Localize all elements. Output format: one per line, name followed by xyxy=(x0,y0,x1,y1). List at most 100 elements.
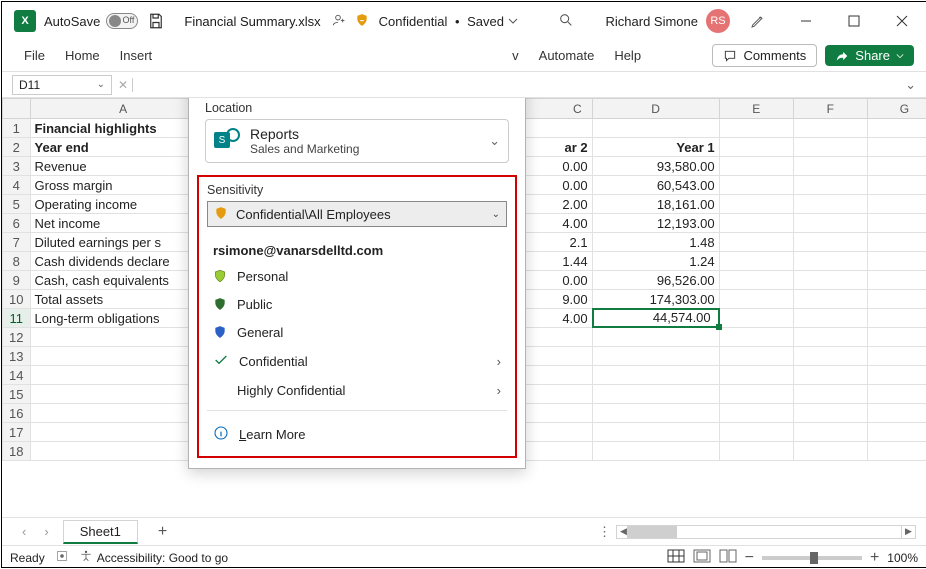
sensitivity-option-general[interactable]: General xyxy=(207,318,507,346)
chevron-down-icon[interactable]: ⌄ xyxy=(97,79,105,90)
autosave-toggle[interactable]: AutoSave Off xyxy=(44,13,138,29)
scroll-right-arrow[interactable]: ▶ xyxy=(901,526,915,538)
document-title-area[interactable]: Financial Summary.xlsx Confidential • Sa… xyxy=(184,13,518,30)
col-header-g[interactable]: G xyxy=(867,99,926,119)
select-all-corner[interactable] xyxy=(3,99,31,119)
cell-d3[interactable]: 93,580.00 xyxy=(592,157,719,176)
view-normal-button[interactable] xyxy=(667,549,685,566)
sheet-tab-bar: ‹ › Sheet1 + ⋮ ◀ ▶ xyxy=(2,517,926,545)
chevron-down-icon: ⌄ xyxy=(489,133,500,149)
excel-app-icon: X xyxy=(14,10,36,32)
zoom-slider[interactable] xyxy=(762,556,862,560)
sensitivity-account-email: rsimone@vanarsdelltd.com xyxy=(207,239,507,262)
ribbon-tabs: File Home Insert v Automate Help Comment… xyxy=(2,40,926,72)
sensitivity-options-list: rsimone@vanarsdelltd.com Personal Public… xyxy=(207,235,507,454)
username-label[interactable]: Richard Simone xyxy=(606,14,699,29)
tab-automate[interactable]: Automate xyxy=(529,44,605,67)
maximize-button[interactable] xyxy=(834,5,874,37)
user-avatar[interactable]: RS xyxy=(706,9,730,33)
col-header-d[interactable]: D xyxy=(592,99,719,119)
cancel-formula-icon[interactable]: ✕ xyxy=(118,78,128,92)
checkmark-icon xyxy=(213,352,229,371)
sheet-nav-prev[interactable]: ‹ xyxy=(18,524,30,539)
tab-file[interactable]: File xyxy=(14,44,55,67)
tab-view-partial[interactable]: v xyxy=(502,44,529,67)
tab-home[interactable]: Home xyxy=(55,44,110,67)
titlebar: X AutoSave Off Financial Summary.xlsx Co… xyxy=(2,2,926,40)
shield-icon xyxy=(213,268,227,284)
cell-d6[interactable]: 12,193.00 xyxy=(592,214,719,233)
autosave-switch[interactable]: Off xyxy=(106,13,138,29)
autosave-label: AutoSave xyxy=(44,14,100,29)
sensitivity-dropdown[interactable]: Confidential\All Employees ⌄ xyxy=(207,201,507,227)
cell-d8[interactable]: 1.24 xyxy=(592,252,719,271)
sensitivity-shield-icon xyxy=(355,13,369,30)
col-header-f[interactable]: F xyxy=(793,99,867,119)
status-ready: Ready xyxy=(10,551,45,565)
close-button[interactable] xyxy=(882,5,922,37)
sheet-splitter-left[interactable]: ⋮ xyxy=(598,524,612,540)
view-pagebreak-button[interactable] xyxy=(719,549,737,566)
info-icon xyxy=(213,425,229,444)
scroll-thumb[interactable] xyxy=(627,526,677,538)
chevron-down-icon xyxy=(896,52,904,60)
accessibility-icon[interactable] xyxy=(79,549,93,566)
cell-d11-selected[interactable]: 44,574.00 xyxy=(592,309,719,328)
formula-bar-row: D11 ⌄ ✕ ⌄ xyxy=(2,72,926,98)
sensitivity-option-public[interactable]: Public xyxy=(207,290,507,318)
fill-handle[interactable] xyxy=(716,324,722,330)
minimize-button[interactable] xyxy=(786,5,826,37)
accessibility-status[interactable]: Accessibility: Good to go xyxy=(97,551,228,565)
collapse-formula-bar-icon[interactable]: ⌄ xyxy=(905,77,916,93)
location-path: Sales and Marketing xyxy=(250,142,359,156)
cell-d4[interactable]: 60,543.00 xyxy=(592,176,719,195)
location-picker[interactable]: S Reports Sales and Marketing ⌄ xyxy=(205,119,509,163)
chevron-right-icon: › xyxy=(497,354,501,369)
cell-d7[interactable]: 1.48 xyxy=(592,233,719,252)
add-sheet-button[interactable]: + xyxy=(148,523,177,541)
share-users-icon[interactable] xyxy=(331,13,345,30)
sensitivity-option-highly-confidential[interactable]: Highly Confidential › xyxy=(207,377,507,404)
sensitivity-option-confidential[interactable]: Confidential › xyxy=(207,346,507,377)
comments-button[interactable]: Comments xyxy=(712,44,817,67)
sensitivity-learn-more[interactable]: Learn More xyxy=(207,419,507,450)
cell-d9[interactable]: 96,526.00 xyxy=(592,271,719,290)
col-header-e[interactable]: E xyxy=(719,99,793,119)
cell-d2[interactable]: Year 1 xyxy=(592,138,719,157)
view-layout-button[interactable] xyxy=(693,549,711,566)
cell-d10[interactable]: 174,303.00 xyxy=(592,290,719,309)
zoom-in-button[interactable]: + xyxy=(870,549,879,567)
cell-d5[interactable]: 18,161.00 xyxy=(592,195,719,214)
app-window: X AutoSave Off Financial Summary.xlsx Co… xyxy=(1,1,926,568)
formula-bar-controls: ✕ xyxy=(118,78,133,92)
location-label: Location xyxy=(205,101,509,115)
save-status-dropdown[interactable]: Confidential • Saved xyxy=(379,14,518,29)
sheet-nav-next[interactable]: › xyxy=(40,524,52,539)
status-bar: Ready Accessibility: Good to go − + 100% xyxy=(2,545,926,568)
sheet-tab-sheet1[interactable]: Sheet1 xyxy=(63,520,138,544)
search-icon[interactable] xyxy=(558,12,574,31)
document-filename: Financial Summary.xlsx xyxy=(184,14,320,29)
sensitivity-section-highlight: Sensitivity Confidential\All Employees ⌄… xyxy=(197,175,517,458)
location-folder: Reports xyxy=(250,126,359,142)
chevron-down-icon: ⌄ xyxy=(492,209,500,220)
zoom-out-button[interactable]: − xyxy=(745,549,754,567)
sensitivity-option-personal[interactable]: Personal xyxy=(207,262,507,290)
file-info-popover: File name .xlsx Location S Reports Sales… xyxy=(188,98,526,469)
shield-icon xyxy=(213,296,227,312)
macro-record-icon[interactable] xyxy=(55,549,69,566)
chevron-right-icon: › xyxy=(497,383,501,398)
chevron-down-icon xyxy=(508,16,518,26)
shield-icon xyxy=(214,206,228,223)
shield-icon xyxy=(213,324,227,340)
pen-icon[interactable] xyxy=(738,5,778,37)
horizontal-scrollbar[interactable]: ◀ ▶ xyxy=(616,525,916,539)
sharepoint-icon: S xyxy=(214,128,240,154)
tab-insert[interactable]: Insert xyxy=(110,44,163,67)
worksheet-grid[interactable]: A B C D E F G 1Financial highlights 2Yea… xyxy=(2,98,926,517)
name-box[interactable]: D11 ⌄ xyxy=(12,75,112,95)
save-icon[interactable] xyxy=(146,11,166,31)
tab-help[interactable]: Help xyxy=(604,44,651,67)
share-button[interactable]: Share xyxy=(825,45,914,66)
zoom-level-label[interactable]: 100% xyxy=(887,551,918,565)
